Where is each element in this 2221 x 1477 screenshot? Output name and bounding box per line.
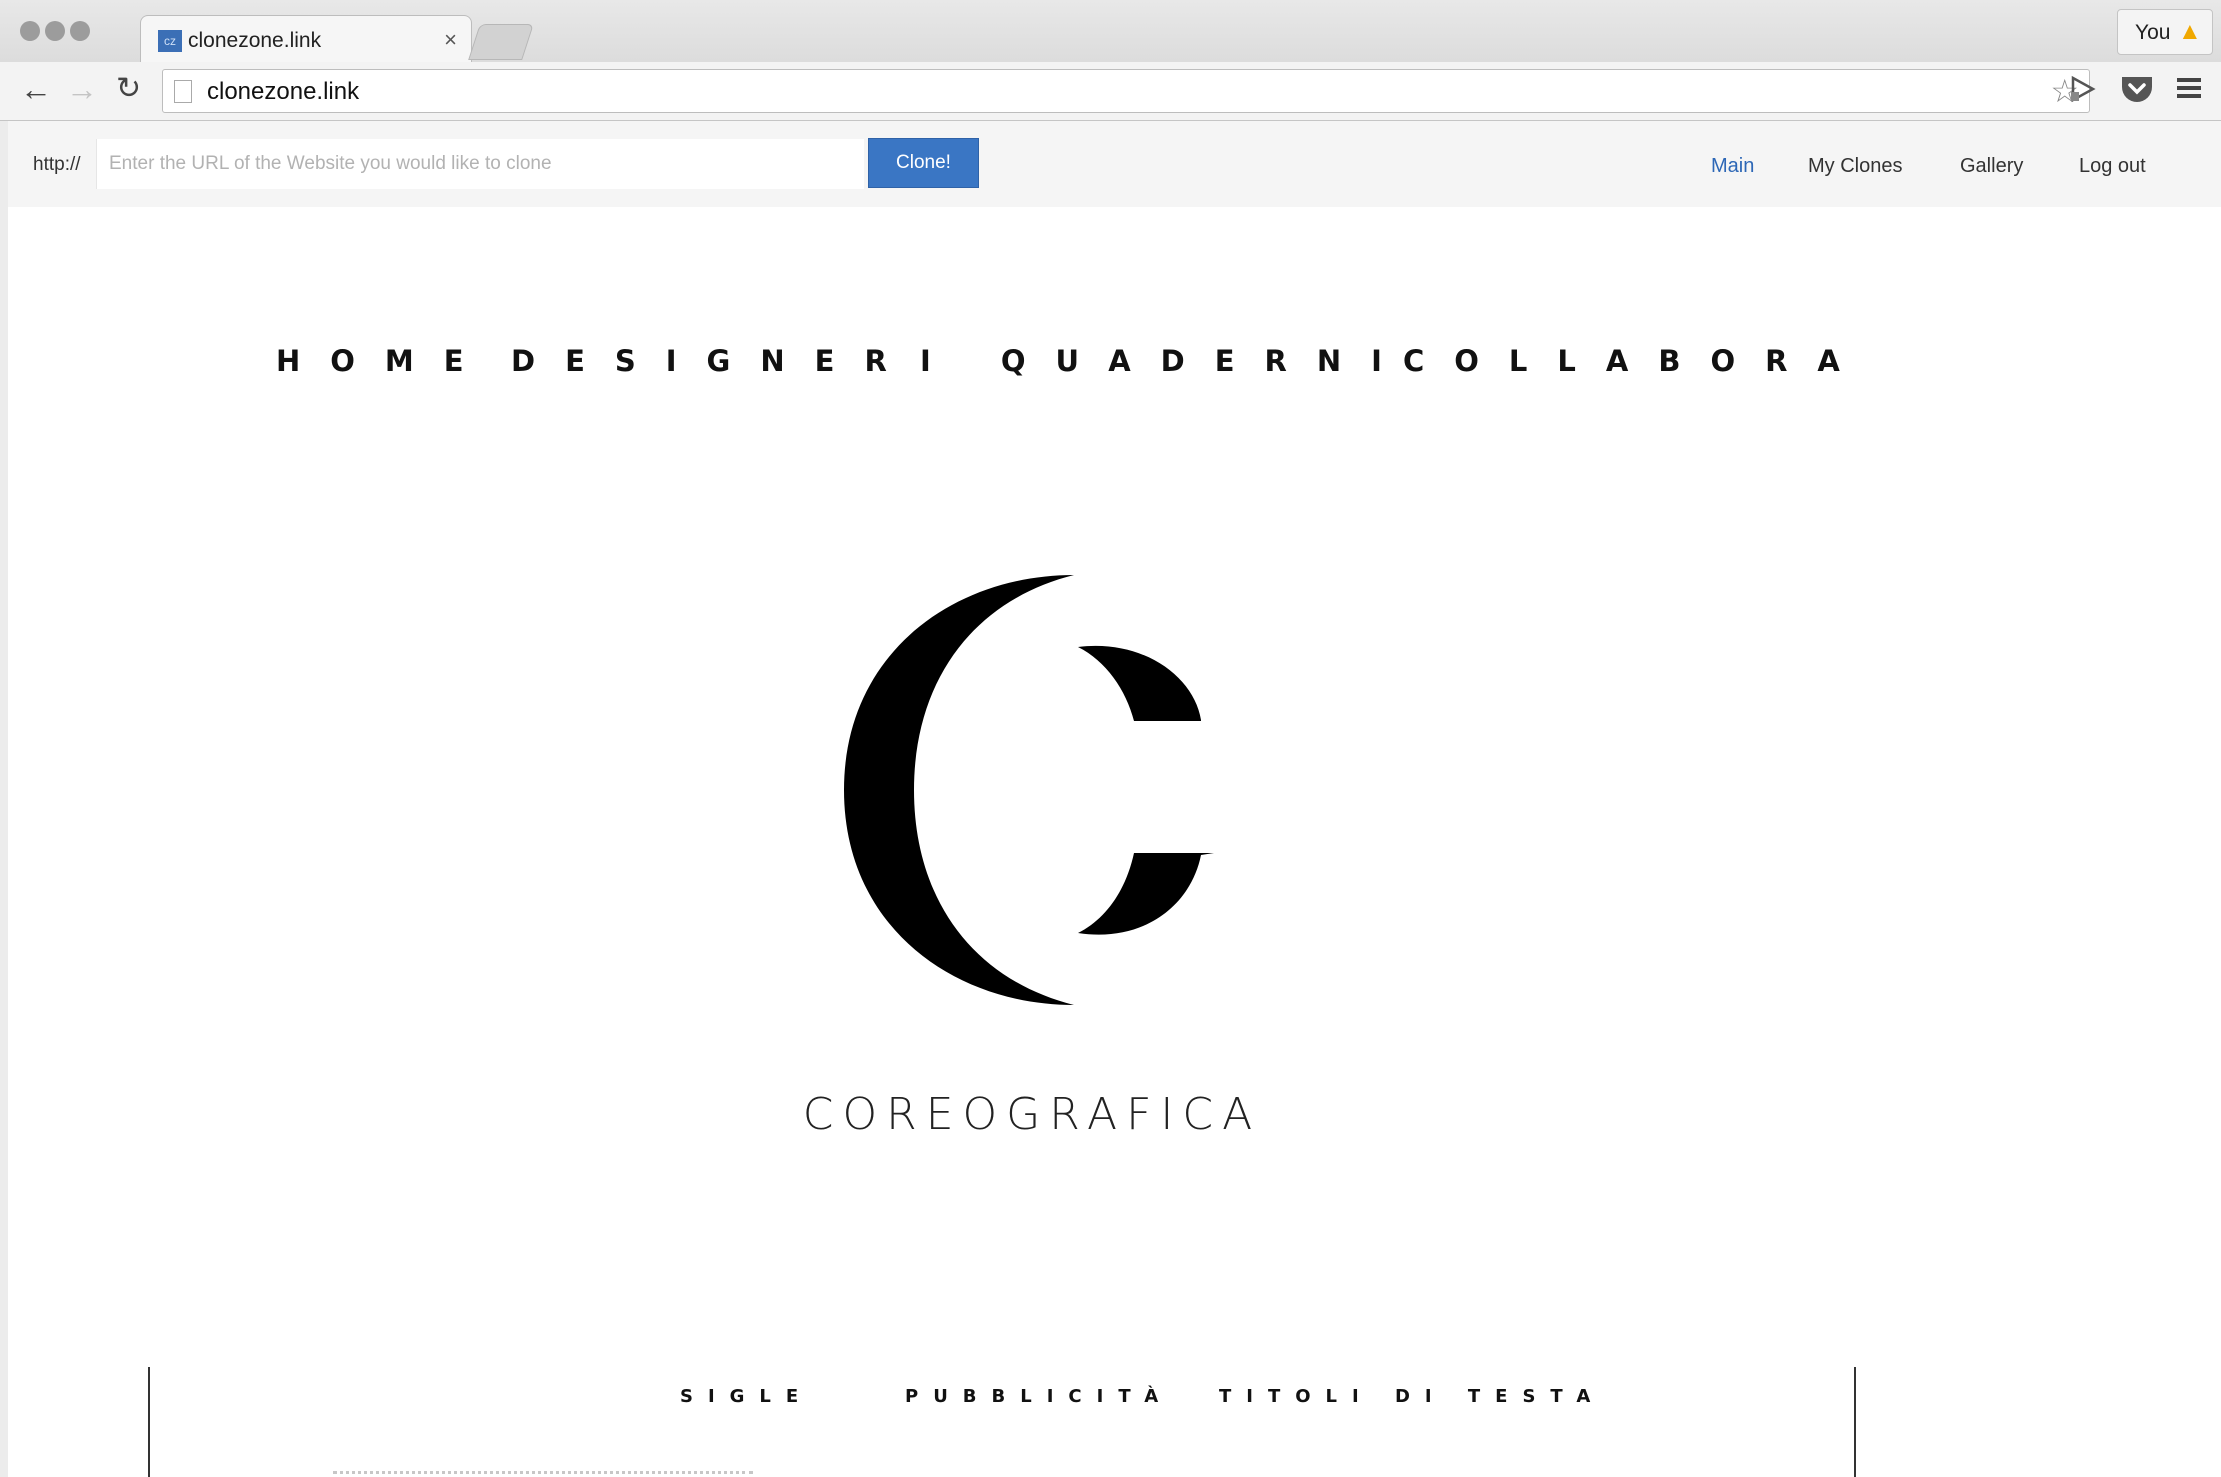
clone-bar: http:// Clone! Main My Clones Gallery Lo… [8, 121, 2221, 207]
nav-log-out[interactable]: Log out [2079, 155, 2146, 178]
site-nav-designer[interactable]: DESIGNER [511, 344, 917, 378]
browser-tab-strip: cz clonezone.link × You ▲ [0, 0, 2221, 63]
menu-icon[interactable] [2175, 74, 2203, 109]
nav-main[interactable]: Main [1711, 155, 1754, 178]
sub-nav-pubblicita[interactable]: PUBBLICITÀ [905, 1386, 1173, 1407]
coreografica-logo-icon [844, 575, 1214, 1005]
frame-divider-left [148, 1367, 150, 1477]
site-nav-collabora[interactable]: COLLABORA [1403, 344, 1870, 378]
brand-name: COREOGRAFICA [802, 1089, 1262, 1140]
warning-icon: ▲ [2178, 18, 2202, 45]
address-bar[interactable]: clonezone.link ☆ [162, 69, 2090, 113]
minimize-window-button[interactable] [45, 21, 65, 41]
clone-button[interactable]: Clone! [868, 138, 979, 188]
nav-gallery[interactable]: Gallery [1960, 155, 2023, 178]
page-icon [174, 80, 192, 103]
zoom-window-button[interactable] [70, 21, 90, 41]
sub-nav-sigle[interactable]: SIGLE [680, 1386, 813, 1407]
close-window-button[interactable] [20, 21, 40, 41]
clone-url-input[interactable] [96, 139, 864, 189]
favicon-icon: cz [158, 30, 182, 52]
site-nav-home[interactable]: HOME [276, 344, 494, 378]
page-viewport: http:// Clone! Main My Clones Gallery Lo… [8, 121, 2221, 1477]
forward-arrow-icon[interactable]: → [66, 71, 98, 107]
site-nav-i-quaderni[interactable]: I QUADERNI [920, 344, 1412, 378]
dotted-divider [333, 1471, 753, 1474]
frame-divider-right [1854, 1367, 1856, 1477]
profile-name: You [2135, 21, 2171, 44]
browser-tab[interactable]: cz clonezone.link × [140, 15, 472, 63]
back-arrow-icon[interactable]: ← [20, 71, 52, 107]
address-bar-url[interactable]: clonezone.link [207, 78, 359, 106]
pocket-icon[interactable] [2120, 74, 2154, 111]
browser-toolbar: ← → ↻ clonezone.link ☆ [0, 62, 2221, 121]
profile-button[interactable]: You ▲ [2117, 9, 2213, 55]
tab-close-icon[interactable]: × [444, 27, 457, 53]
site-navigation: HOME DESIGNER I QUADERNI COLLABORA [276, 344, 1840, 384]
nav-my-clones[interactable]: My Clones [1808, 155, 1902, 178]
tab-title: clonezone.link [188, 29, 322, 52]
sub-nav-titoli-di-testa[interactable]: TITOLI DI TESTA [1219, 1386, 1605, 1407]
cast-icon[interactable] [2068, 74, 2098, 111]
new-tab-button[interactable] [468, 24, 534, 60]
reload-icon[interactable]: ↻ [116, 71, 141, 107]
protocol-label: http:// [33, 154, 81, 175]
